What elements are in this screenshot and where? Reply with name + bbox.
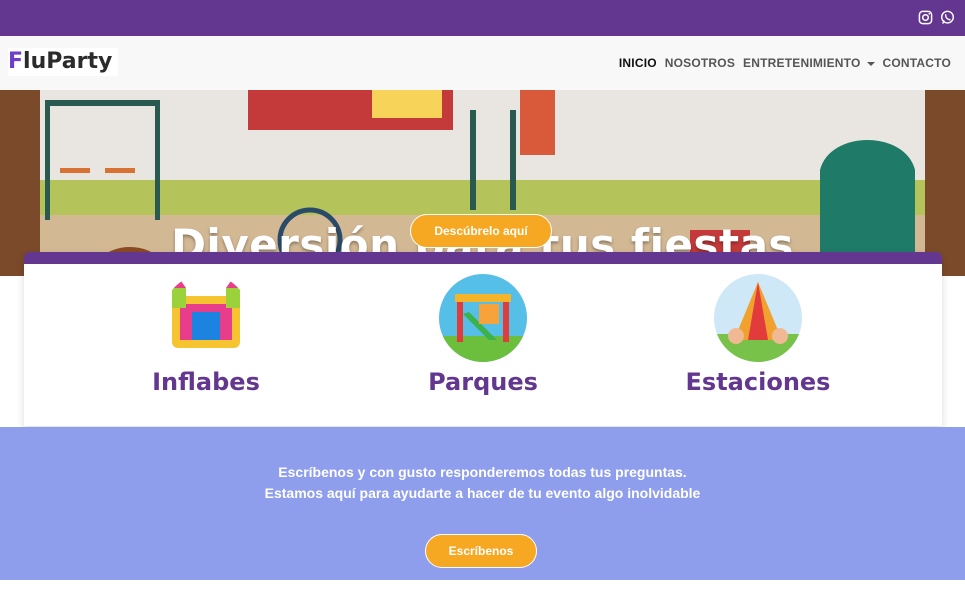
bounce-house-icon [162,274,250,362]
whatsapp-icon[interactable] [940,10,955,25]
contact-section: Escríbenos y con gusto responderemos tod… [0,427,965,580]
categories-card: Inflabes Parques Estaciones [24,252,942,426]
nav-inicio[interactable]: INICIO [619,56,657,70]
chevron-down-icon [866,61,875,66]
social-links [918,10,955,25]
nav-contacto[interactable]: CONTACTO [883,56,952,70]
top-bar [0,0,965,36]
navbar: FluParty INICIO NOSOTROS ENTRETENIMIENTO… [0,36,965,90]
category-estaciones[interactable]: Estaciones [658,274,858,396]
discover-button[interactable]: Descúbrelo aquí [410,214,552,248]
contact-text-line-2: Estamos aquí para ayudarte a hacer de tu… [264,485,701,501]
nav-entretenimiento[interactable]: ENTRETENIMIENTO [743,56,875,70]
category-parques[interactable]: Parques [383,274,583,396]
hero-banner: Diversión para tus fiestas [0,90,965,276]
contact-text-line-1: Escríbenos y con gusto responderemos tod… [278,464,687,480]
category-inflables[interactable]: Inflabes [106,274,306,396]
write-us-button[interactable]: Escríbenos [425,534,537,568]
instagram-icon[interactable] [918,10,933,25]
fluparty-logo[interactable]: FluParty [8,48,118,76]
nav-nosotros[interactable]: NOSOTROS [665,56,735,70]
tent-icon [714,274,802,362]
playground-icon [439,274,527,362]
main-menu: INICIO NOSOTROS ENTRETENIMIENTO CONTACTO [619,56,951,70]
